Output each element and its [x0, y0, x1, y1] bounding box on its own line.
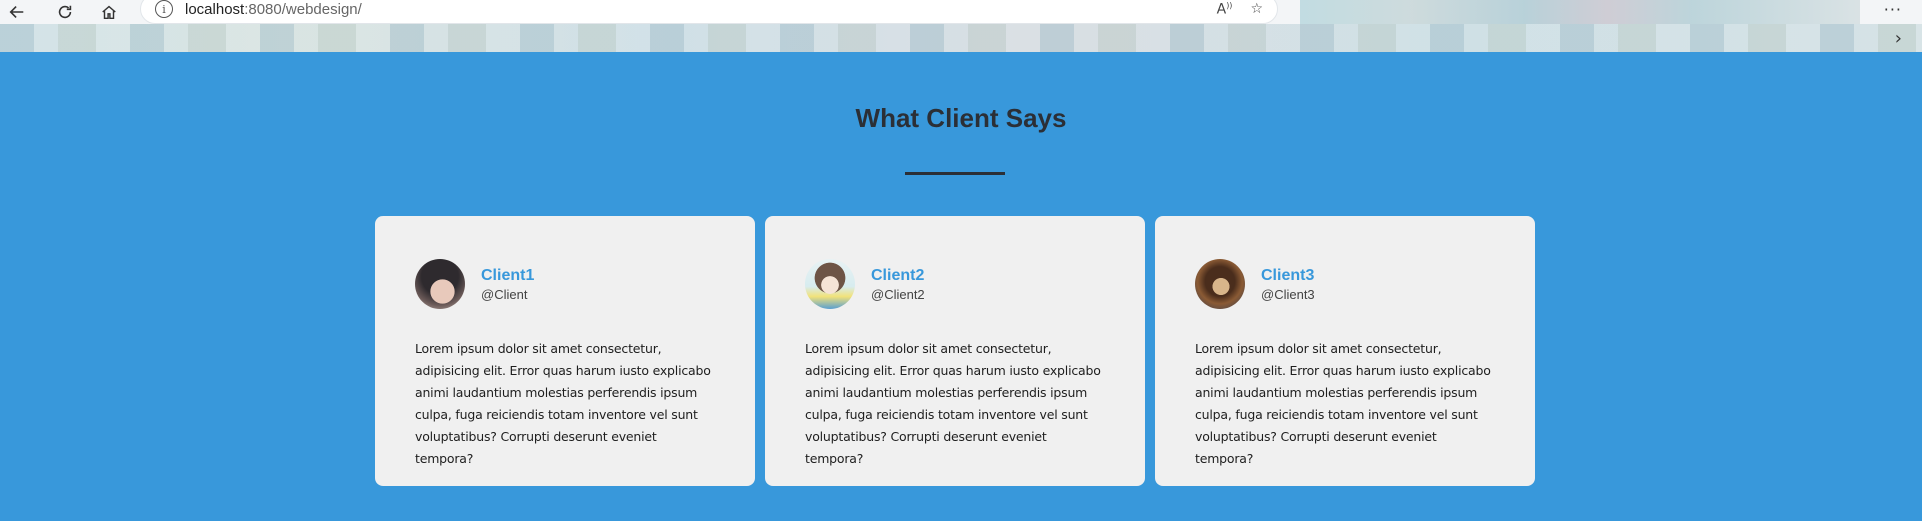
testimonial-text: Lorem ipsum dolor sit amet consectetur, …	[805, 341, 1101, 466]
add-favorite-icon[interactable]: ☆	[1250, 1, 1263, 18]
testimonial-card: Client2 @Client2 Lorem ipsum dolor sit a…	[765, 216, 1145, 486]
url-text[interactable]: localhost:8080/webdesign/	[185, 1, 1217, 18]
avatar	[415, 259, 465, 309]
testimonial-text: Lorem ipsum dolor sit amet consectetur, …	[1195, 341, 1491, 466]
address-bar[interactable]: i localhost:8080/webdesign/ A)) ☆	[140, 0, 1278, 24]
extensions-area[interactable]	[1300, 0, 1860, 24]
client-handle: @Client	[481, 286, 528, 302]
url-path: :8080/webdesign/	[244, 0, 362, 18]
section-title: What Client Says	[855, 103, 1067, 133]
avatar	[1195, 259, 1245, 309]
testimonial-text: Lorem ipsum dolor sit amet consectetur, …	[415, 341, 711, 466]
bookmark-items[interactable]	[0, 24, 1922, 52]
avatar	[805, 259, 855, 309]
chevron-right-icon[interactable]: ›	[1895, 28, 1902, 49]
bookmarks-bar: ›	[0, 24, 1922, 52]
title-divider	[905, 172, 1005, 175]
testimonial-card: Client1 @Client Lorem ipsum dolor sit am…	[375, 216, 755, 486]
client-handle: @Client2	[871, 286, 925, 302]
more-menu-icon[interactable]: ···	[1884, 0, 1902, 24]
reload-icon[interactable]	[48, 0, 82, 24]
home-icon[interactable]	[92, 0, 126, 24]
read-aloud-icon[interactable]: A))	[1217, 1, 1233, 18]
client-name: Client3	[1261, 266, 1315, 284]
client-handle: @Client3	[1261, 286, 1315, 302]
url-host: localhost	[185, 0, 245, 18]
back-arrow-icon[interactable]	[0, 0, 34, 24]
client-name: Client1	[481, 266, 535, 284]
page-scrollbar[interactable]	[1906, 52, 1922, 521]
client-name: Client2	[871, 266, 925, 284]
testimonial-card: Client3 @Client3 Lorem ipsum dolor sit a…	[1155, 216, 1535, 486]
testimonial-cards: Client1 @Client Lorem ipsum dolor sit am…	[375, 216, 1535, 486]
browser-toolbar: i localhost:8080/webdesign/ A)) ☆ ···	[0, 0, 1922, 24]
site-info-icon[interactable]: i	[155, 0, 173, 18]
